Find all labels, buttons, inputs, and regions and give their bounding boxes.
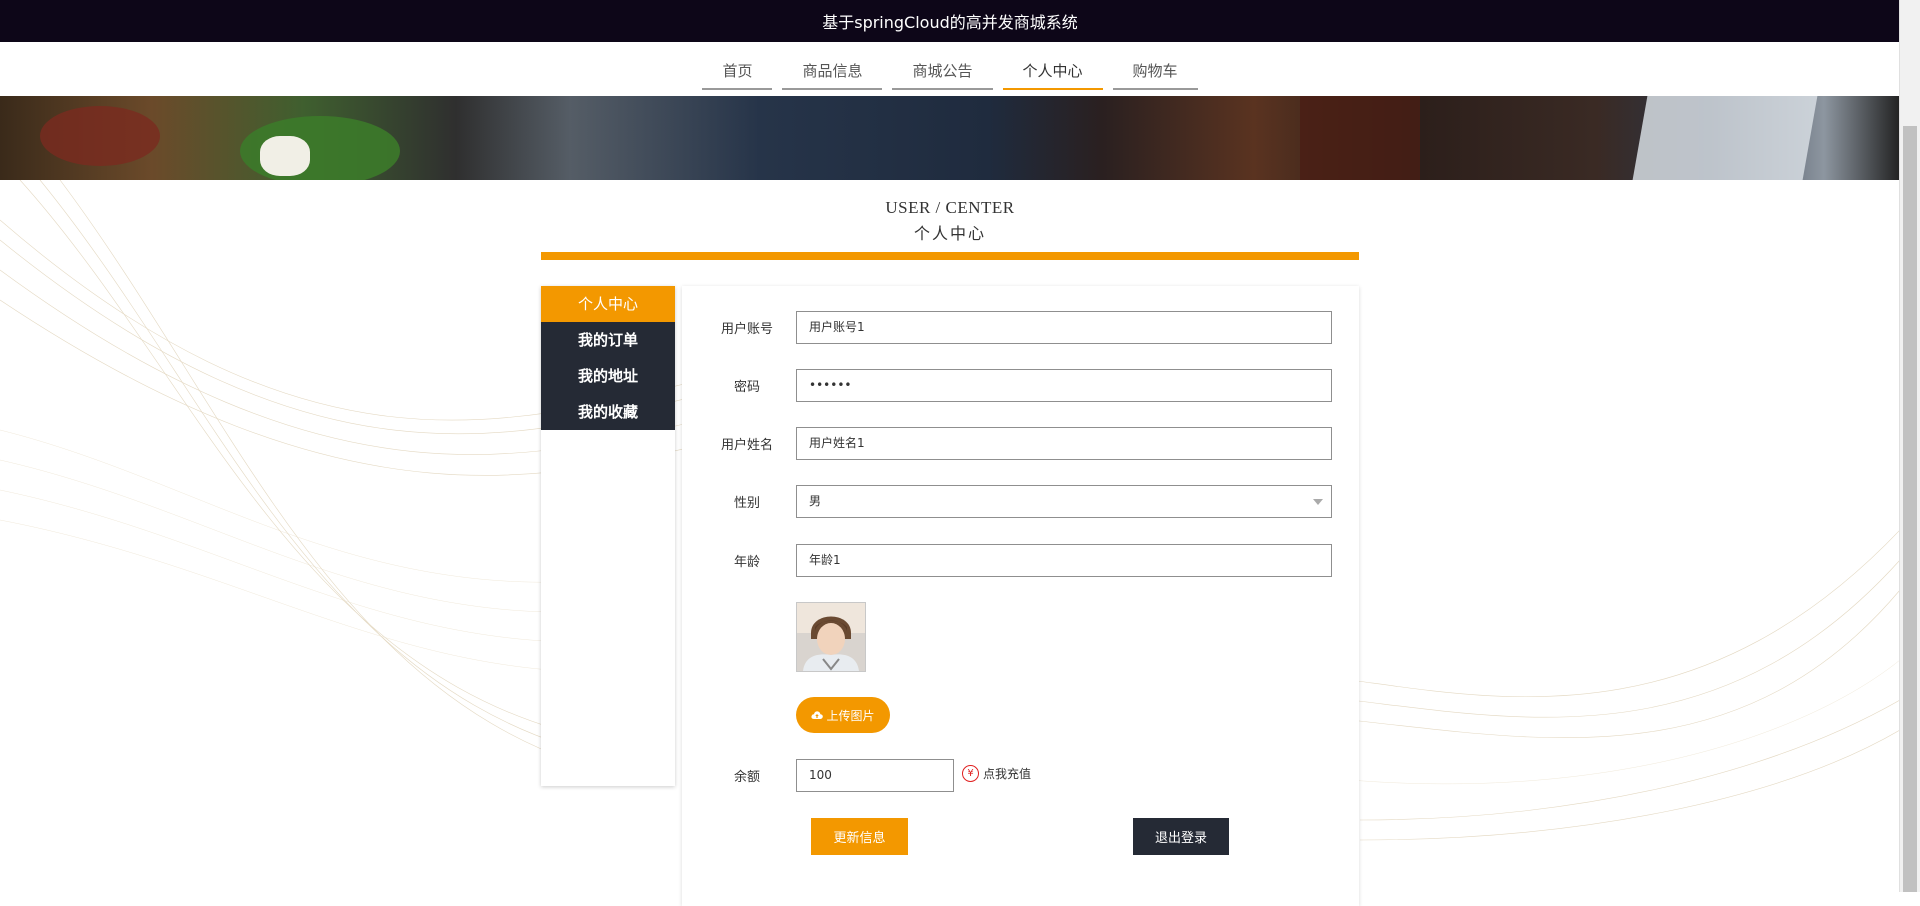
chevron-down-icon — [1313, 499, 1323, 505]
balance-field[interactable]: 100 — [796, 759, 954, 792]
upload-image-label: 上传图片 — [826, 708, 875, 723]
account-label: 用户账号 — [720, 322, 773, 337]
nav-item-home[interactable]: 首页 — [702, 54, 773, 90]
age-label: 年龄 — [733, 555, 760, 570]
password-field[interactable]: •••••• — [796, 369, 1332, 402]
cloud-upload-icon — [811, 711, 824, 719]
nav-item-user-center[interactable]: 个人中心 — [1002, 54, 1103, 90]
upload-image-button[interactable]: 上传图片 — [796, 697, 890, 733]
section-heading-cn: 个人中心 — [913, 226, 986, 243]
avatar-photo — [797, 603, 865, 671]
gender-select-value: 男 — [809, 494, 822, 508]
sidebar-item-my-orders[interactable]: 我的订单 — [541, 322, 675, 358]
section-heading: USER / CENTER 个人中心 — [541, 198, 1359, 244]
sidebar-item-my-favorites[interactable]: 我的收藏 — [541, 394, 675, 430]
user-center-sidebar: 个人中心 我的订单 我的地址 我的收藏 — [541, 286, 675, 786]
balance-label: 余额 — [733, 770, 760, 785]
logout-button[interactable]: 退出登录 — [1133, 818, 1229, 855]
update-info-button[interactable]: 更新信息 — [811, 818, 908, 855]
page-scrollbar[interactable] — [1899, 0, 1920, 892]
name-field[interactable]: 用户姓名1 — [796, 427, 1332, 460]
nav-item-announcements[interactable]: 商城公告 — [892, 54, 993, 90]
account-field[interactable]: 用户账号1 — [796, 311, 1332, 344]
banner-image — [0, 96, 1900, 180]
app-title: 基于springCloud的高并发商城系统 — [822, 13, 1078, 32]
section-heading-en: USER / CENTER — [885, 198, 1015, 217]
heading-divider — [541, 252, 1359, 260]
avatar — [796, 602, 866, 672]
age-field[interactable]: 年龄1 — [796, 544, 1332, 577]
sidebar-item-my-address[interactable]: 我的地址 — [541, 358, 675, 394]
recharge-link[interactable]: ¥ 点我充值 — [962, 765, 1031, 782]
nav-item-products[interactable]: 商品信息 — [782, 54, 883, 90]
nav-item-cart[interactable]: 购物车 — [1112, 54, 1198, 90]
scrollbar-thumb[interactable] — [1903, 126, 1917, 892]
recharge-label: 点我充值 — [983, 767, 1032, 781]
app-title-bar: 基于springCloud的高并发商城系统 — [0, 0, 1900, 42]
sidebar-item-user-center[interactable]: 个人中心 — [541, 286, 675, 322]
yen-icon: ¥ — [962, 765, 979, 782]
password-label: 密码 — [733, 380, 760, 395]
name-label: 用户姓名 — [720, 438, 773, 453]
gender-select[interactable]: 男 — [796, 485, 1332, 518]
main-nav: 首页 商品信息 商城公告 个人中心 购物车 — [0, 42, 1900, 96]
gender-label: 性别 — [733, 496, 760, 511]
